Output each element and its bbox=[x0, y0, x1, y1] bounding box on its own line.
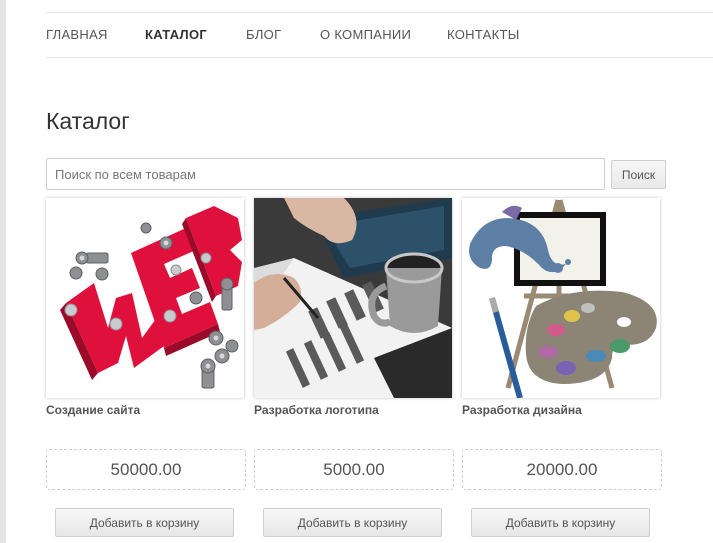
logo-sketch-icon[interactable] bbox=[254, 198, 452, 398]
nav-item-blog[interactable]: БЛОГ bbox=[246, 27, 281, 42]
nav-item-about[interactable]: О КОМПАНИИ bbox=[320, 27, 411, 42]
page-title: Каталог bbox=[46, 108, 130, 134]
product-name[interactable]: Создание сайта bbox=[46, 403, 140, 417]
add-to-cart-button[interactable]: Добавить в корзину bbox=[471, 508, 650, 537]
add-to-cart-button[interactable]: Добавить в корзину bbox=[55, 508, 234, 537]
logo-sketch-illustration bbox=[254, 198, 452, 398]
product-price: 50000.00 bbox=[46, 449, 246, 490]
page-left-edge bbox=[0, 0, 6, 543]
nav-item-home[interactable]: ГЛАВНАЯ bbox=[46, 27, 108, 42]
web-bolts-icon[interactable] bbox=[46, 198, 244, 398]
product-name[interactable]: Разработка логотипа bbox=[254, 403, 379, 417]
search-input[interactable] bbox=[46, 158, 605, 190]
product-name[interactable]: Разработка дизайна bbox=[462, 403, 582, 417]
web-bolts-illustration bbox=[46, 198, 244, 398]
nav-item-contacts[interactable]: КОНТАКТЫ bbox=[447, 27, 520, 42]
product-price: 20000.00 bbox=[462, 449, 662, 490]
add-to-cart-button[interactable]: Добавить в корзину bbox=[263, 508, 442, 537]
search-button[interactable]: Поиск bbox=[611, 160, 666, 189]
easel-palette-illustration bbox=[462, 198, 660, 398]
main-nav: ГЛАВНАЯ КАТАЛОГ БЛОГ О КОМПАНИИ КОНТАКТЫ bbox=[46, 12, 713, 58]
nav-item-catalog[interactable]: КАТАЛОГ bbox=[145, 27, 207, 42]
easel-palette-icon[interactable] bbox=[462, 198, 660, 398]
product-price: 5000.00 bbox=[254, 449, 454, 490]
